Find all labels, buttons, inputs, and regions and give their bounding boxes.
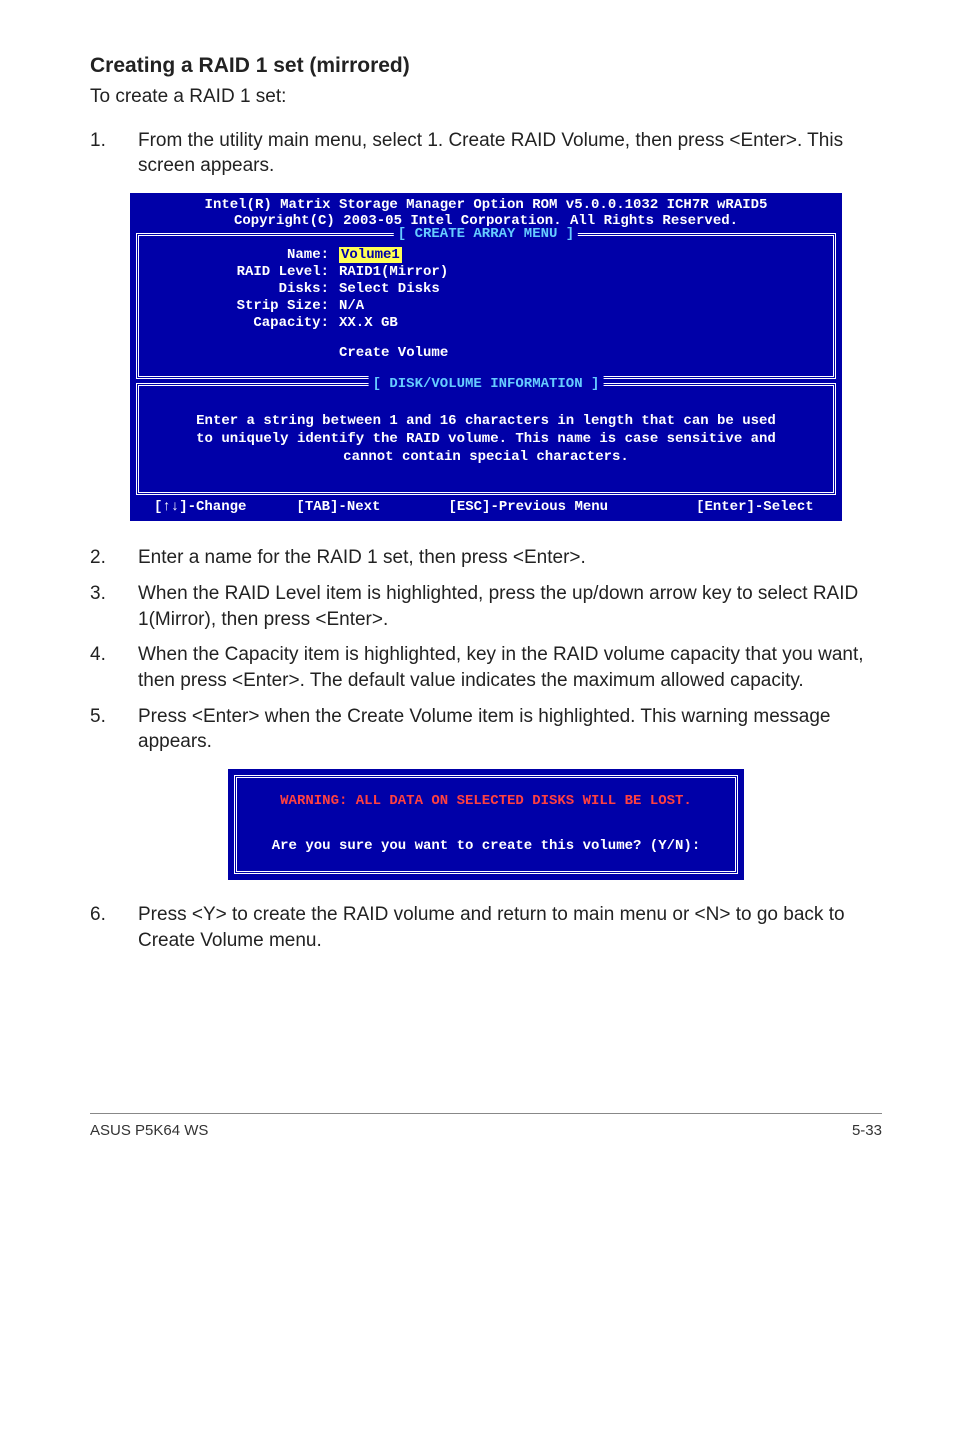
step-number: 1. (90, 128, 138, 179)
footer-right: 5-33 (852, 1122, 882, 1139)
bios-status-bar: [↑↓]-Change [TAB]-Next [ESC]-Previous Me… (130, 495, 842, 521)
step-number: 5. (90, 704, 138, 755)
step-text: When the Capacity item is highlighted, k… (138, 642, 882, 693)
raid-level-label: RAID Level: (149, 264, 339, 280)
strip-size-label: Strip Size: (149, 298, 339, 314)
section-heading: Creating a RAID 1 set (mirrored) (90, 54, 882, 78)
create-volume-action: Create Volume (339, 345, 448, 361)
capacity-value: XX.X GB (339, 315, 398, 331)
step-list-top: 1. From the utility main menu, select 1.… (90, 128, 882, 179)
create-array-frame: [ CREATE ARRAY MENU ] Name: Volume1 RAID… (136, 233, 836, 379)
strip-size-value: N/A (339, 298, 364, 314)
footer-left: ASUS P5K64 WS (90, 1122, 208, 1139)
warning-dialog: WARNING: ALL DATA ON SELECTED DISKS WILL… (228, 769, 744, 880)
name-value: Volume1 (339, 247, 402, 263)
help-line-2: to uniquely identify the RAID volume. Th… (153, 430, 819, 448)
step-number: 3. (90, 581, 138, 632)
status-change: [↑↓]-Change (154, 499, 246, 515)
step-text: When the RAID Level item is highlighted,… (138, 581, 882, 632)
raid-level-value: RAID1(Mirror) (339, 264, 448, 280)
help-line-3: cannot contain special characters. (153, 448, 819, 466)
capacity-label: Capacity: (149, 315, 339, 331)
status-prev: [ESC]-Previous Menu (448, 499, 608, 515)
step-1: 1. From the utility main menu, select 1.… (90, 128, 882, 179)
bios-title-1: Intel(R) Matrix Storage Manager Option R… (140, 197, 832, 213)
step-5: 5. Press <Enter> when the Create Volume … (90, 704, 882, 755)
create-array-label: [ CREATE ARRAY MENU ] (394, 226, 578, 242)
step-3: 3. When the RAID Level item is highlight… (90, 581, 882, 632)
disks-value: Select Disks (339, 281, 440, 297)
page-footer: ASUS P5K64 WS 5-33 (90, 1113, 882, 1139)
step-list-middle: 2. Enter a name for the RAID 1 set, then… (90, 545, 882, 754)
disks-label: Disks: (149, 281, 339, 297)
step-6: 6. Press <Y> to create the RAID volume a… (90, 902, 882, 953)
step-number: 2. (90, 545, 138, 571)
bios-screenshot: Intel(R) Matrix Storage Manager Option R… (130, 193, 842, 522)
step-list-bottom: 6. Press <Y> to create the RAID volume a… (90, 902, 882, 953)
step-4: 4. When the Capacity item is highlighted… (90, 642, 882, 693)
warning-line-2: Are you sure you want to create this vol… (247, 835, 725, 857)
help-line-1: Enter a string between 1 and 16 characte… (153, 412, 819, 430)
step-2: 2. Enter a name for the RAID 1 set, then… (90, 545, 882, 571)
disk-volume-frame: [ DISK/VOLUME INFORMATION ] Enter a stri… (136, 383, 836, 496)
step-text: Enter a name for the RAID 1 set, then pr… (138, 545, 882, 571)
name-label: Name: (149, 247, 339, 263)
step-text: From the utility main menu, select 1. Cr… (138, 128, 882, 179)
status-select: [Enter]-Select (696, 499, 814, 515)
warning-line-1: WARNING: ALL DATA ON SELECTED DISKS WILL… (247, 790, 725, 812)
status-next: [TAB]-Next (296, 499, 380, 515)
step-number: 6. (90, 902, 138, 953)
step-text: Press <Y> to create the RAID volume and … (138, 902, 882, 953)
step-text: Press <Enter> when the Create Volume ite… (138, 704, 882, 755)
disk-volume-label: [ DISK/VOLUME INFORMATION ] (369, 376, 604, 392)
intro-text: To create a RAID 1 set: (90, 84, 882, 110)
step-number: 4. (90, 642, 138, 693)
